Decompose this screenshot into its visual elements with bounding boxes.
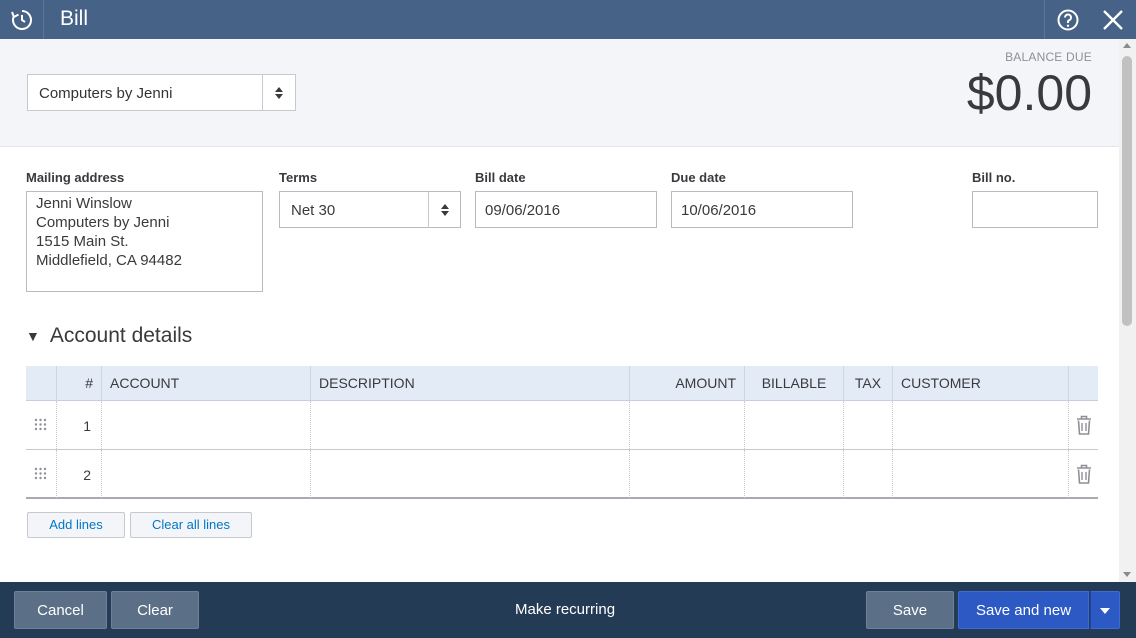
customer-cell[interactable]	[893, 401, 1069, 449]
title-bar: Bill	[0, 0, 1136, 39]
tax-cell[interactable]	[844, 401, 893, 449]
column-header-account: ACCOUNT	[102, 366, 311, 401]
footer-bar: Cancel Clear Make recurring Save Save an…	[0, 582, 1136, 638]
column-header-customer: CUSTOMER	[893, 366, 1069, 401]
chevron-down-icon	[1100, 608, 1110, 615]
due-date-field[interactable]: 10/06/2016	[671, 191, 853, 228]
drag-handle-icon	[34, 467, 47, 480]
drag-handle[interactable]	[26, 450, 57, 498]
amount-cell[interactable]	[630, 450, 745, 498]
account-details-title: Account details	[49, 324, 193, 347]
bill-date-field[interactable]: 09/06/2016	[475, 191, 657, 228]
account-cell[interactable]	[102, 401, 311, 449]
due-date-label: Due date	[671, 170, 726, 185]
vendor-value: Computers by Jenni	[39, 85, 173, 102]
account-details-table: # ACCOUNT DESCRIPTION AMOUNT BILLABLE TA…	[26, 366, 1098, 499]
column-header-amount: AMOUNT	[630, 366, 745, 401]
select-arrows-icon[interactable]	[262, 75, 295, 110]
clear-button[interactable]: Clear	[111, 591, 199, 629]
table-row[interactable]: 2	[26, 450, 1098, 499]
address-line: Middlefield, CA 94482	[36, 252, 182, 269]
scrollbar-thumb[interactable]	[1122, 56, 1132, 326]
drag-handle-icon	[34, 418, 47, 431]
bill-header: Computers by Jenni BALANCE DUE $0.00	[0, 39, 1119, 147]
balance-due-amount: $0.00	[966, 65, 1092, 121]
close-icon[interactable]	[1090, 0, 1136, 39]
terms-select[interactable]: Net 30	[279, 191, 461, 228]
column-header-tax: TAX	[844, 366, 893, 401]
tax-cell[interactable]	[844, 450, 893, 498]
select-arrows-icon[interactable]	[428, 192, 460, 227]
drag-handle[interactable]	[26, 401, 57, 449]
row-number: 1	[57, 401, 102, 449]
trash-icon[interactable]	[1076, 464, 1092, 484]
address-line: Computers by Jenni	[36, 214, 170, 231]
account-cell[interactable]	[102, 450, 311, 498]
address-line: Jenni Winslow	[36, 195, 132, 212]
scroll-down-icon[interactable]	[1123, 572, 1131, 577]
column-header-number: #	[57, 366, 102, 401]
clear-all-lines-button[interactable]: Clear all lines	[130, 512, 252, 538]
bill-no-label: Bill no.	[972, 170, 1016, 185]
amount-cell[interactable]	[630, 401, 745, 449]
balance-due-label: BALANCE DUE	[1005, 50, 1092, 64]
customer-cell[interactable]	[893, 450, 1069, 498]
make-recurring-link[interactable]: Make recurring	[515, 601, 615, 618]
column-header-billable: BILLABLE	[745, 366, 844, 401]
vendor-select[interactable]: Computers by Jenni	[27, 74, 296, 111]
bill-no-field[interactable]	[972, 191, 1098, 228]
billable-cell[interactable]	[745, 450, 844, 498]
bill-date-label: Bill date	[475, 170, 526, 185]
window-title: Bill	[60, 7, 89, 30]
add-lines-button[interactable]: Add lines	[27, 512, 125, 538]
table-header: # ACCOUNT DESCRIPTION AMOUNT BILLABLE TA…	[26, 366, 1098, 401]
address-line: 1515 Main St.	[36, 233, 129, 250]
table-row[interactable]: 1	[26, 401, 1098, 450]
column-header-description: DESCRIPTION	[311, 366, 630, 401]
terms-label: Terms	[279, 170, 318, 185]
save-and-new-button[interactable]: Save and new	[958, 591, 1089, 629]
scroll-up-icon[interactable]	[1123, 43, 1131, 48]
mailing-address-label: Mailing address	[26, 170, 125, 185]
drag-column-header	[26, 366, 57, 401]
description-cell[interactable]	[311, 450, 630, 498]
collapse-triangle-icon: ▼	[26, 328, 40, 344]
save-button[interactable]: Save	[866, 591, 954, 629]
cancel-button[interactable]: Cancel	[14, 591, 107, 629]
description-cell[interactable]	[311, 401, 630, 449]
terms-value: Net 30	[291, 202, 336, 219]
help-icon[interactable]	[1044, 0, 1090, 39]
mailing-address-field[interactable]: Jenni Winslow Computers by Jenni 1515 Ma…	[26, 191, 263, 292]
vertical-scrollbar[interactable]	[1119, 39, 1136, 582]
account-details-toggle[interactable]: ▼ Account details	[26, 324, 192, 348]
billable-cell[interactable]	[745, 401, 844, 449]
row-number: 2	[57, 450, 102, 498]
recent-transactions-icon[interactable]	[0, 0, 44, 39]
save-options-dropdown[interactable]	[1090, 591, 1120, 629]
trash-icon[interactable]	[1076, 415, 1092, 435]
